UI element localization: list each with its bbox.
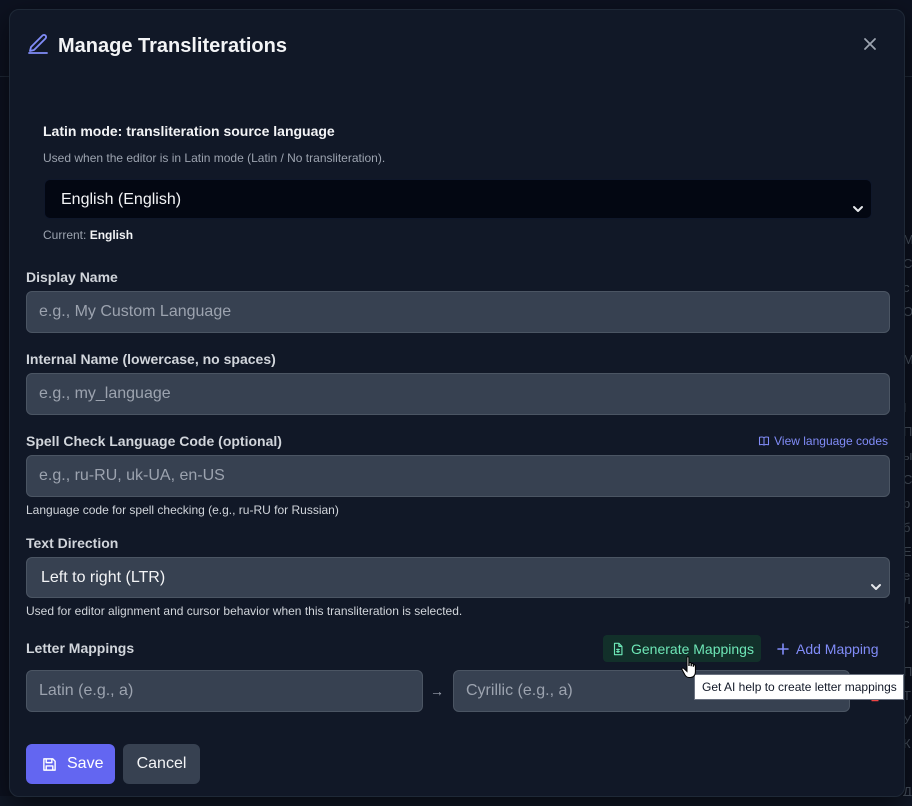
- text-direction-value: Left to right (LTR): [41, 569, 166, 586]
- plus-icon: [777, 642, 789, 655]
- internal-name-input[interactable]: [26, 373, 890, 415]
- chevron-down-icon: [869, 570, 883, 590]
- add-mapping-label: Add Mapping: [796, 640, 879, 657]
- text-direction-label: Text Direction: [26, 535, 119, 551]
- hand-cursor-icon: [681, 656, 696, 678]
- pen-icon: [26, 32, 50, 56]
- latin-mode-section: Latin mode: transliteration source langu…: [26, 100, 890, 250]
- latin-current-language: Current: English: [43, 228, 133, 242]
- dialog-title: Manage Transliterations: [58, 35, 287, 57]
- display-name-input[interactable]: [26, 291, 890, 333]
- latin-source-language-value: English (English): [61, 191, 182, 208]
- view-language-codes-text: View language codes: [774, 434, 888, 448]
- manage-transliterations-dialog: Manage Transliterations Latin mode: tran…: [9, 9, 905, 797]
- spell-check-label: Spell Check Language Code (optional): [26, 433, 282, 449]
- text-direction-help: Used for editor alignment and cursor beh…: [26, 604, 463, 618]
- mapping-arrow: →: [430, 683, 444, 699]
- internal-name-label: Internal Name (lowercase, no spaces): [26, 351, 276, 367]
- latin-mode-label: Latin mode: transliteration source langu…: [43, 123, 335, 139]
- chevron-down-icon: [851, 192, 865, 212]
- latin-current-prefix: Current:: [43, 228, 90, 242]
- latin-mode-help: Used when the editor is in Latin mode (L…: [43, 151, 386, 165]
- generate-mappings-tooltip: Get AI help to create letter mappings: [694, 674, 904, 700]
- letter-mappings-label: Letter Mappings: [26, 640, 135, 656]
- spell-check-input[interactable]: [26, 455, 890, 497]
- save-button[interactable]: Save: [26, 744, 115, 784]
- file-spreadsheet-icon: [613, 642, 623, 655]
- dialog-header: Manage Transliterations: [10, 10, 904, 82]
- latin-current-value: English: [89, 228, 134, 242]
- display-name-label: Display Name: [26, 269, 118, 285]
- spell-check-help: Language code for spell checking (e.g., …: [26, 503, 339, 517]
- close-icon[interactable]: [862, 36, 878, 52]
- add-mapping-button[interactable]: Add Mapping: [776, 635, 879, 662]
- save-icon: [43, 757, 56, 771]
- taskbar: [0, 796, 912, 806]
- book-icon: [759, 436, 770, 446]
- latin-letter-input[interactable]: [26, 670, 423, 712]
- latin-source-language-select[interactable]: English (English): [44, 179, 872, 219]
- text-direction-select[interactable]: Left to right (LTR): [26, 557, 890, 598]
- view-language-codes-link[interactable]: View language codes: [758, 434, 888, 448]
- cancel-button[interactable]: Cancel: [123, 744, 200, 784]
- save-label: Save: [67, 755, 104, 772]
